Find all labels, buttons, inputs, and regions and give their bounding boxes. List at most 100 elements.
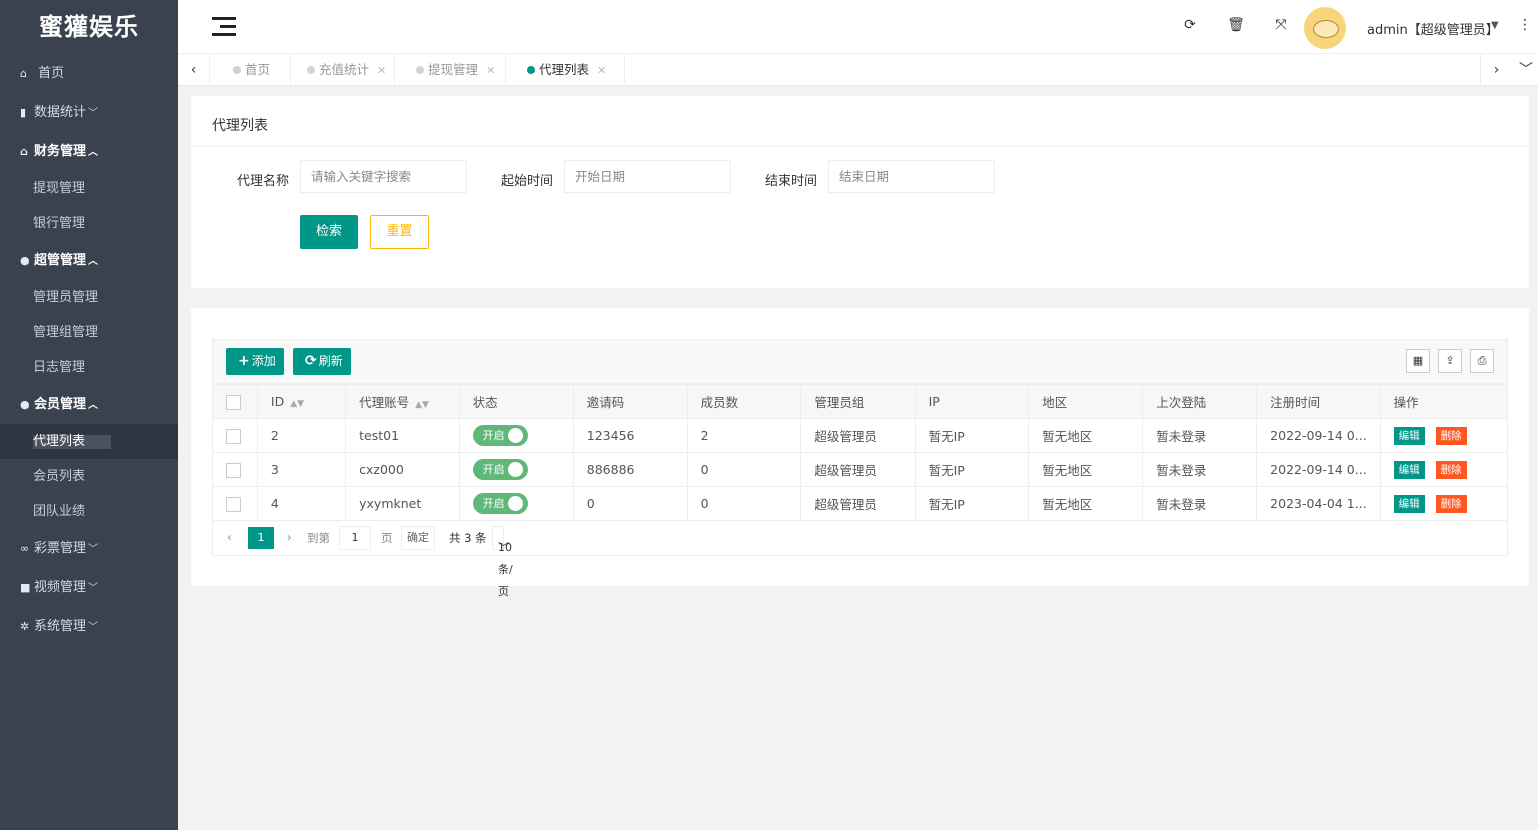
sidebar-item-agents[interactable]: 代理列表 [0, 424, 178, 459]
search-card: 代理列表 代理名称 请输入关键字搜索 起始时间 开始日期 结束时间 结束日期 检… [191, 96, 1529, 288]
sidebar-item-superadmin[interactable]: ● 超管管理 ︿ [0, 241, 178, 280]
tab-bar: ‹ 首页 充值统计 ✕ 提现管理 ✕ 代理列表 ✕ › ﹀ [178, 54, 1538, 86]
refresh-button[interactable]: ⟳ 刷新 [293, 348, 351, 375]
sidebar-item-lottery[interactable]: ∞ 彩票管理 ﹀ [0, 529, 178, 568]
caret-down-icon[interactable]: ▼ [1491, 20, 1499, 31]
sidebar-item-bank[interactable]: 银行管理 [0, 206, 178, 241]
tab-next-icon[interactable]: › [1480, 54, 1512, 86]
cell-id: 4 [256, 486, 347, 521]
edit-button[interactable]: 编辑 [1393, 460, 1425, 479]
prev-page-icon[interactable]: ‹ [227, 530, 232, 544]
menu-toggle-icon[interactable] [212, 17, 236, 37]
start-date-input[interactable]: 开始日期 [564, 160, 731, 193]
col-last-login: 上次登陆 [1142, 384, 1258, 419]
cell-status: 开启 [458, 452, 574, 487]
sidebar-item-system[interactable]: ✲ 系统管理 ﹀ [0, 607, 178, 646]
chevron-down-icon: ﹀ [88, 108, 99, 119]
plus-icon: + [238, 353, 250, 369]
sidebar-item-admins[interactable]: 管理员管理 [0, 280, 178, 315]
agent-name-input[interactable]: 请输入关键字搜索 [300, 160, 467, 193]
sidebar-item-label: 代理列表 [33, 435, 112, 449]
sidebar-item-home[interactable]: ⌂ 首页 [0, 54, 178, 93]
columns-icon[interactable]: ▦ [1406, 349, 1430, 373]
close-icon[interactable]: ✕ [597, 64, 606, 77]
edit-button[interactable]: 编辑 [1393, 426, 1425, 445]
sidebar-item-logs[interactable]: 日志管理 [0, 350, 178, 385]
sort-icon[interactable]: ▲▼ [415, 400, 429, 410]
cell-ip: 暂无IP [914, 418, 1030, 453]
tab-withdraw[interactable]: 提现管理 ✕ [394, 54, 506, 86]
cell-status: 开启 [458, 418, 574, 453]
close-icon[interactable]: ✕ [377, 64, 386, 77]
start-time-label: 起始时间 [501, 174, 554, 189]
sort-icon[interactable]: ▲▼ [290, 399, 304, 409]
col-status: 状态 [458, 384, 574, 419]
tab-agents[interactable]: 代理列表 ✕ [505, 54, 625, 86]
refresh-icon[interactable]: ⟳ [1181, 17, 1199, 33]
reset-button[interactable]: 重置 [370, 215, 429, 249]
delete-button[interactable]: 删除 [1435, 460, 1467, 479]
status-switch[interactable]: 开启 [472, 459, 528, 480]
sidebar-item-team[interactable]: 团队业绩 [0, 494, 178, 529]
cell-reg-time: 2022-09-14 0... [1256, 418, 1381, 453]
export-icon[interactable]: ⇪ [1438, 349, 1462, 373]
sidebar-item-video[interactable]: ■ 视频管理 ﹀ [0, 568, 178, 607]
end-date-input[interactable]: 结束日期 [828, 160, 995, 193]
goto-confirm-button[interactable]: 确定 [401, 526, 435, 550]
avatar[interactable] [1304, 7, 1346, 49]
chevron-up-icon: ︿ [88, 147, 99, 158]
cell-last-login: 暂未登录 [1142, 418, 1258, 453]
tab-prev-icon[interactable]: ‹ [178, 54, 210, 86]
sidebar-item-admin-groups[interactable]: 管理组管理 [0, 315, 178, 350]
tab-recharge-stats[interactable]: 充值统计 ✕ [285, 54, 395, 86]
delete-button[interactable]: 删除 [1435, 426, 1467, 445]
col-id[interactable]: ID ▲▼ [256, 384, 347, 419]
row-checkbox[interactable] [212, 452, 258, 487]
fullscreen-icon[interactable]: ⤧ [1272, 17, 1290, 33]
goto-page-input[interactable]: 1 [339, 526, 371, 550]
row-checkbox[interactable] [212, 486, 258, 521]
users-icon: ● [20, 398, 30, 411]
status-switch[interactable]: 开启 [472, 493, 528, 514]
col-actions: 操作 [1379, 384, 1509, 419]
select-all-checkbox[interactable] [212, 384, 258, 419]
next-page-icon[interactable]: › [287, 530, 292, 544]
status-switch[interactable]: 开启 [472, 425, 528, 446]
page-size-select[interactable]: 10 条/页 ﹀ [492, 526, 513, 598]
cell-region: 暂无地区 [1028, 452, 1144, 487]
cell-group: 超级管理员 [800, 418, 916, 453]
sidebar-item-label: 超管管理 [34, 253, 87, 268]
sidebar-item-finance[interactable]: ⌂ 财务管理 ︿ [0, 132, 178, 171]
sidebar: 蜜獾娱乐 ⌂ 首页 ▮ 数据统计 ﹀ ⌂ 财务管理 ︿ 提现管理 银行管理 ● 超管管理 ︿… [0, 0, 178, 830]
cell-id: 2 [256, 418, 347, 453]
close-icon[interactable]: ✕ [486, 64, 495, 77]
cell-region: 暂无地区 [1028, 418, 1144, 453]
print-icon[interactable]: ⎙ [1470, 349, 1494, 373]
current-page[interactable]: 1 [248, 527, 274, 549]
delete-button[interactable]: 删除 [1435, 494, 1467, 513]
edit-button[interactable]: 编辑 [1393, 494, 1425, 513]
link-icon: ∞ [20, 542, 30, 555]
trash-icon[interactable]: 🗑 [1227, 17, 1245, 33]
col-account[interactable]: 代理账号 ▲▼ [345, 384, 460, 419]
username[interactable]: admin【超级管理员】 [1367, 19, 1499, 38]
sidebar-item-withdraw[interactable]: 提现管理 [0, 171, 178, 206]
chevron-down-icon[interactable]: ﹀ [1510, 54, 1538, 86]
cell-account: cxz000 [345, 452, 460, 487]
search-button[interactable]: 检索 [300, 215, 358, 249]
add-button[interactable]: + 添加 [226, 348, 284, 375]
sidebar-item-label: 彩票管理 [34, 541, 87, 556]
sidebar-item-label: 数据统计 [34, 105, 87, 120]
col-members: 成员数 [686, 384, 802, 419]
tab-home[interactable]: 首页 [211, 54, 291, 86]
table-row: 3 cxz000 开启 886886 0 超级管理员 暂无IP 暂无地区 暂未登… [212, 452, 1509, 487]
more-vertical-icon[interactable]: ⋮ [1518, 17, 1532, 33]
cell-invite: 0 [572, 486, 688, 521]
col-region: 地区 [1028, 384, 1144, 419]
sidebar-item-members[interactable]: ● 会员管理 ︿ [0, 385, 178, 424]
col-group: 管理员组 [800, 384, 916, 419]
agents-table: ID ▲▼ 代理账号 ▲▼ 状态 邀请码 成员数 管理员组 IP 地区 上次登陆 注… [212, 384, 1509, 521]
row-checkbox[interactable] [212, 418, 258, 453]
sidebar-item-stats[interactable]: ▮ 数据统计 ﹀ [0, 93, 178, 132]
sidebar-item-member-list[interactable]: 会员列表 [0, 459, 178, 494]
